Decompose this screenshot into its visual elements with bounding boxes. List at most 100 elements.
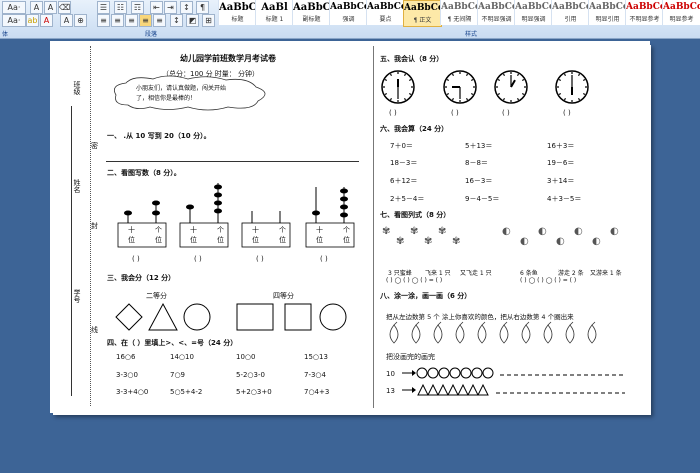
clock-answer-blank[interactable]: ( ) [389, 109, 397, 117]
calc-item[interactable]: 4＋3－5＝ [547, 194, 581, 204]
abacus-answer-blank[interactable]: ( ) [194, 255, 202, 263]
line-spacing-button[interactable]: ↕ [170, 14, 183, 27]
style-item[interactable]: AaBbCcDt 明显引用 [588, 0, 626, 25]
compare-item[interactable]: 3-3○0 [116, 371, 138, 379]
abacus-answer-blank[interactable]: ( ) [256, 255, 264, 263]
font-color-button[interactable]: A [40, 14, 53, 27]
font-size-grow-button[interactable]: Aa· [2, 1, 26, 14]
page-title: 幼儿园学前班数学月考试卷 [180, 54, 276, 63]
style-sample: AaBbCcDc [330, 2, 367, 12]
clock-answer-blank[interactable]: ( ) [563, 109, 571, 117]
shapes-to-divide [115, 302, 347, 331]
style-item[interactable]: AaBbCcDc 强调 [329, 0, 367, 25]
sort-button[interactable]: ↕ [180, 1, 193, 14]
compare-item[interactable]: 5+2○3+0 [236, 388, 272, 396]
q5-title: 五、我会认（8 分） [380, 55, 444, 63]
compare-item[interactable]: 5○5+4-2 [170, 388, 202, 396]
style-item[interactable]: AaBbCcDt 明显强调 [514, 0, 552, 25]
calc-item[interactable]: 5＋13＝ [465, 141, 492, 151]
document-page: 班级 姓名 学号 密 封 线 幼儿园学前班数学月考试卷 （总分：100 分 时量… [50, 41, 650, 413]
decrease-indent-button[interactable]: ⇤ [150, 1, 163, 14]
compare-item[interactable]: 5-2○3-0 [236, 371, 265, 379]
calc-item[interactable]: 16－3＝ [465, 176, 492, 186]
compare-item[interactable]: 3-3+4○0 [116, 388, 148, 396]
numbering-button[interactable]: ☷ [114, 1, 127, 14]
style-sample: AaBbCcDt [626, 2, 663, 12]
sidebar-seal: 密 [91, 142, 98, 150]
calc-item[interactable]: 6＋12＝ [390, 176, 417, 186]
calc-item[interactable]: 19－6＝ [547, 158, 574, 168]
calc-item[interactable]: 7＋0＝ [390, 141, 413, 151]
compare-item[interactable]: 7-3○4 [304, 371, 326, 379]
abacus-place-one: 个 [279, 226, 286, 234]
clock-face [381, 70, 415, 104]
borders-button[interactable]: ⊞ [202, 14, 215, 27]
compare-item[interactable]: 14○10 [170, 353, 194, 361]
abacus-wei: 位 [316, 236, 323, 244]
calc-item[interactable]: 2＋5－4＝ [390, 194, 424, 204]
style-item[interactable]: AaBbCcDt ¶ 正文 [403, 0, 442, 27]
abacus-place-one: 个 [217, 226, 224, 234]
style-item[interactable]: AaBbC 标题 [218, 0, 256, 25]
char-border-button[interactable]: ⊕ [74, 14, 87, 27]
align-center-button[interactable]: ≡ [111, 14, 124, 27]
abacus-wei: 位 [128, 236, 135, 244]
fish-icon: ◐ [556, 236, 565, 247]
calc-item[interactable]: 16＋3＝ [547, 141, 574, 151]
fish-icon: ◐ [502, 226, 511, 237]
distribute-button[interactable]: ≡ [153, 14, 166, 27]
compare-item[interactable]: 7○9 [170, 371, 185, 379]
q1-title: 一、 .从 10 写到 20（10 分）。 [107, 132, 211, 140]
compare-item[interactable]: 10○0 [236, 353, 255, 361]
justify-button[interactable]: ≡ [139, 14, 152, 27]
text-effect-button[interactable]: Aa· [2, 14, 26, 27]
q8-instruction-2: 把没画完的画完 [386, 353, 435, 361]
style-name: 标题 1 [265, 16, 284, 23]
style-item[interactable]: AaBbC 副标题 [292, 0, 330, 25]
align-right-button[interactable]: ≡ [125, 14, 138, 27]
style-name: 标题 [231, 16, 244, 23]
q3-title: 三、我会分（12 分） [107, 274, 176, 282]
style-name: 副标题 [302, 16, 321, 23]
abacus-group [117, 183, 355, 248]
compare-item[interactable]: 15○13 [304, 353, 328, 361]
clock-answer-blank[interactable]: ( ) [451, 109, 459, 117]
bee-icon: ✾ [410, 226, 419, 237]
abacus-answer-blank[interactable]: ( ) [320, 255, 328, 263]
shading-button[interactable]: ◩ [186, 14, 199, 27]
style-name: 明显参考 [669, 16, 694, 23]
multilevel-list-button[interactable]: ☶ [131, 1, 144, 14]
abacus-place-one: 个 [155, 226, 162, 234]
highlight-button[interactable]: ab [26, 14, 39, 27]
calc-item[interactable]: 18－3＝ [390, 158, 417, 168]
clock-answer-blank[interactable]: ( ) [502, 109, 510, 117]
style-item[interactable]: AaBbCcDt 要点 [366, 0, 404, 25]
style-item[interactable]: AaBbCcDt 引用 [551, 0, 589, 25]
style-sample: AaBbCcDt [367, 2, 404, 12]
italic-button[interactable]: A [44, 1, 57, 14]
calc-item[interactable]: 3＋14＝ [547, 176, 574, 186]
compare-item[interactable]: 7○4+3 [304, 388, 329, 396]
style-item[interactable]: AaBbCcDt 明显参考 [662, 0, 700, 25]
compare-item[interactable]: 16○6 [116, 353, 135, 361]
style-item[interactable]: AaBl 标题 1 [255, 0, 293, 25]
clear-format-button[interactable]: ⌫ [58, 1, 71, 14]
abacus-answer-blank[interactable]: ( ) [132, 255, 140, 263]
style-item[interactable]: AaBbCcDt 不明显强调 [477, 0, 515, 25]
calc-item[interactable]: 8－8＝ [465, 158, 488, 168]
peach-icon [587, 324, 597, 344]
calc-item[interactable]: 9－4－5＝ [465, 194, 499, 204]
style-name: 明显引用 [595, 16, 620, 23]
align-left-button[interactable]: ≡ [97, 14, 110, 27]
bold-button[interactable]: A [30, 1, 43, 14]
style-item[interactable]: AaBbCcDt 不明显参考 [625, 0, 663, 25]
group-font-label: 体 [2, 31, 9, 38]
char-shading-button[interactable]: A [60, 14, 73, 27]
increase-indent-button[interactable]: ⇥ [164, 1, 177, 14]
style-name: ¶ 正文 [413, 17, 432, 24]
q6-title: 六、我会算（24 分） [380, 125, 449, 133]
show-marks-button[interactable]: ¶ [196, 1, 209, 14]
bullets-button[interactable]: ☰ [97, 1, 110, 14]
style-sample: AaBl [261, 2, 288, 13]
style-item[interactable]: AaBbCcDt ¶ 无间隔 [440, 0, 478, 25]
